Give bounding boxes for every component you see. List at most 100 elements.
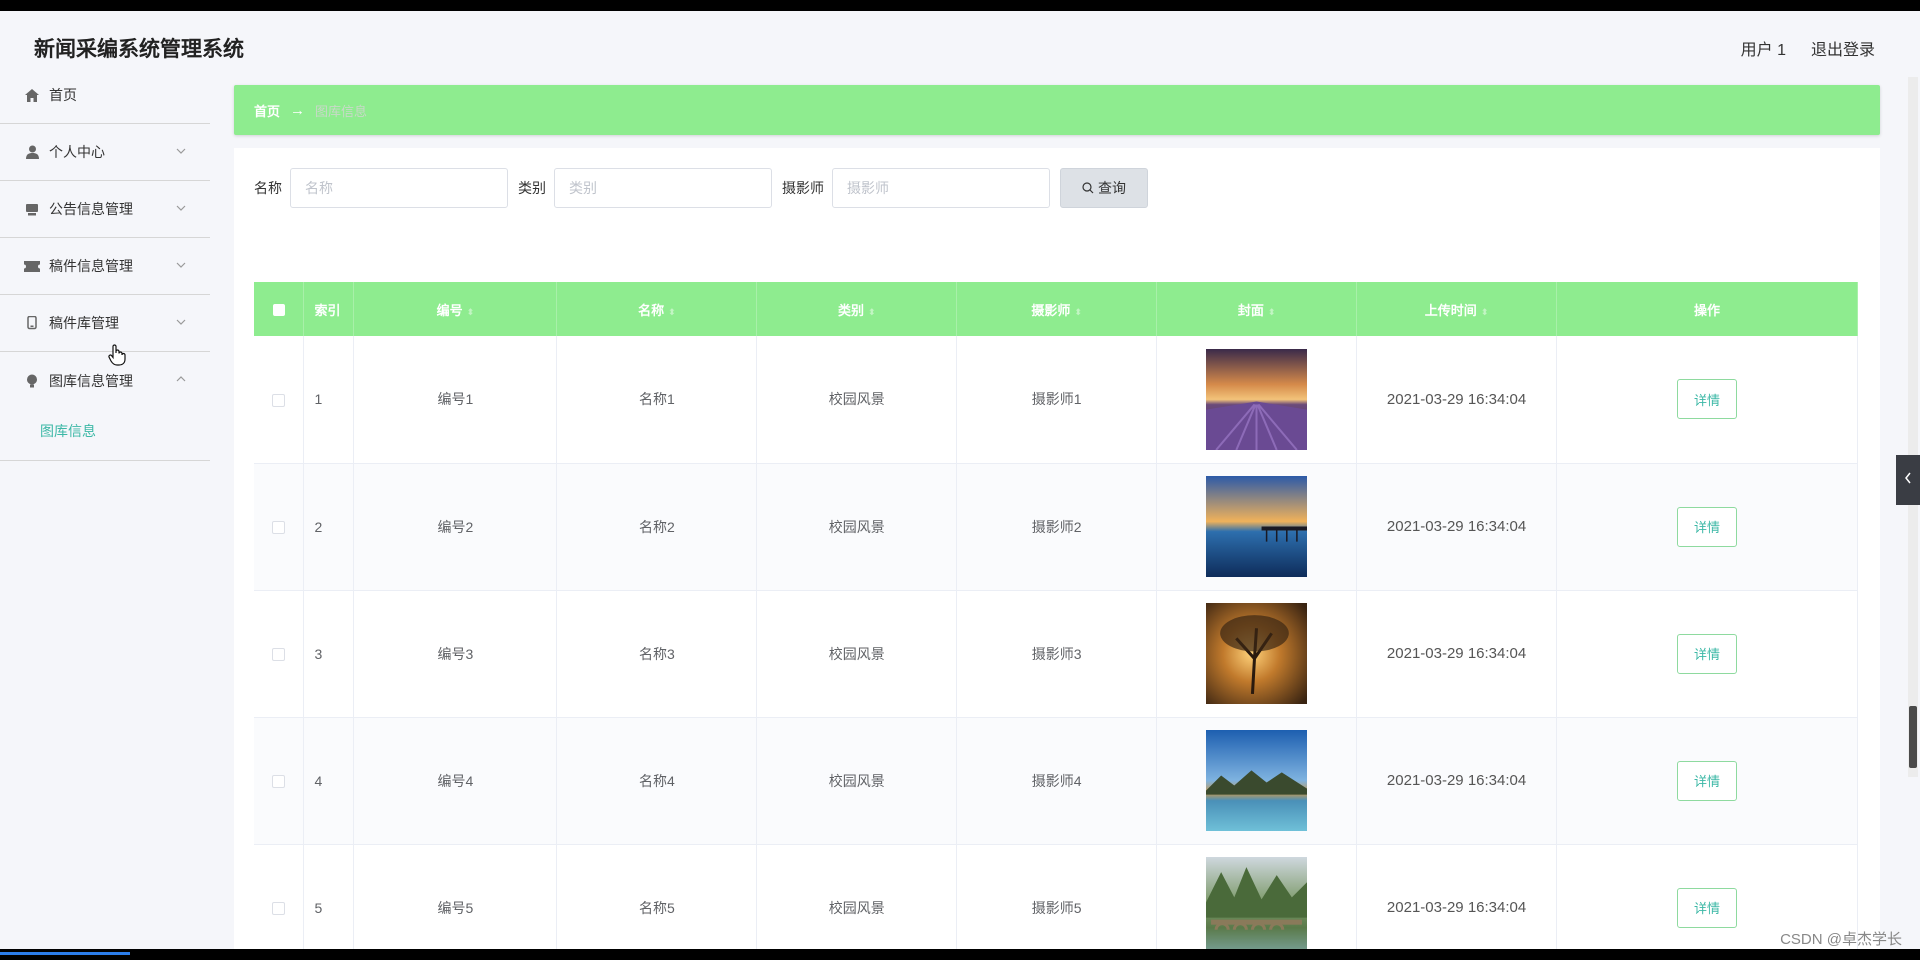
table-row: 2 编号2 名称2 校园风景 摄影师2 2021-03-29 16:34:04 … bbox=[254, 463, 1858, 590]
cover-cell bbox=[1156, 717, 1358, 844]
sidebar-item-home[interactable]: 首页 bbox=[0, 67, 210, 124]
sidebar-item-label: 稿件库管理 bbox=[49, 315, 119, 331]
upload-time-cell: 2021-03-29 16:34:04 bbox=[1356, 463, 1558, 590]
select-all-cell[interactable] bbox=[254, 282, 305, 336]
sidebar-item-notice-management[interactable]: 公告信息管理 bbox=[0, 181, 210, 238]
breadcrumb-current: 图库信息 bbox=[315, 103, 368, 119]
bottom-bar bbox=[0, 949, 1920, 960]
breadcrumb-home[interactable]: 首页 bbox=[254, 101, 280, 120]
code-cell: 编号3 bbox=[353, 590, 558, 717]
code-cell: 编号5 bbox=[353, 844, 558, 949]
photographer-cell: 摄影师5 bbox=[956, 844, 1158, 949]
column-header-action: 操作 bbox=[1556, 282, 1858, 336]
query-button-label: 查询 bbox=[1098, 180, 1126, 196]
category-search-input[interactable] bbox=[554, 168, 772, 208]
chevron-down-icon bbox=[174, 315, 188, 329]
column-header-name[interactable]: 名称 ⬍ bbox=[556, 282, 758, 336]
code-cell: 编号4 bbox=[353, 717, 558, 844]
row-checkbox[interactable] bbox=[272, 521, 286, 535]
name-label: 名称 bbox=[254, 180, 282, 196]
hand-cursor-icon bbox=[108, 344, 126, 371]
detail-button[interactable]: 详情 bbox=[1677, 633, 1738, 674]
upload-time-cell: 2021-03-29 16:34:04 bbox=[1356, 590, 1558, 717]
app-window: 新闻采编系统管理系统 用户 1 退出登录 首页 个人中心 公告信息管理 稿件信息… bbox=[0, 11, 1920, 949]
index-cell: 5 bbox=[303, 844, 355, 949]
row-checkbox[interactable] bbox=[272, 394, 286, 408]
name-cell: 名称5 bbox=[556, 844, 758, 949]
column-header-index: 索引 bbox=[303, 282, 355, 336]
action-cell: 详情 bbox=[1556, 717, 1858, 844]
category-cell: 校园风景 bbox=[756, 463, 958, 590]
chevron-down-icon bbox=[174, 258, 188, 272]
row-checkbox[interactable] bbox=[272, 902, 286, 916]
user-icon bbox=[24, 144, 40, 160]
column-header-label: 封面 bbox=[1237, 302, 1264, 318]
chevron-left-icon bbox=[1904, 471, 1912, 489]
column-header-code[interactable]: 编号 ⬍ bbox=[353, 282, 558, 336]
table-header: 索引 编号 ⬍ 名称 ⬍ 类别 ⬍ 摄影师 ⬍ 封面 ⬍ 上传时间 ⬍ 操作 bbox=[254, 282, 1858, 336]
sidebar-item-label: 公告信息管理 bbox=[49, 201, 133, 217]
sidebar-item-label: 个人中心 bbox=[49, 144, 105, 160]
column-header-cover[interactable]: 封面 ⬍ bbox=[1156, 282, 1358, 336]
sort-icon[interactable]: ⬍ bbox=[1268, 307, 1276, 318]
side-panel-toggle[interactable] bbox=[1896, 455, 1920, 505]
sort-icon[interactable]: ⬍ bbox=[868, 307, 876, 318]
sidebar-item-manuscript-library[interactable]: 稿件库管理 bbox=[0, 295, 210, 352]
gallery-table: 索引 编号 ⬍ 名称 ⬍ 类别 ⬍ 摄影师 ⬍ 封面 ⬍ 上传时间 ⬍ 操作 1 编号1 bbox=[254, 282, 1858, 949]
index-cell: 2 bbox=[303, 463, 355, 590]
detail-button[interactable]: 详情 bbox=[1677, 379, 1738, 420]
category-cell: 校园风景 bbox=[756, 844, 958, 949]
sort-icon[interactable]: ⬍ bbox=[467, 307, 475, 318]
scrollbar-track[interactable] bbox=[1908, 77, 1918, 777]
select-all-checkbox[interactable] bbox=[272, 304, 285, 317]
bulb-icon bbox=[24, 373, 40, 389]
sort-icon[interactable]: ⬍ bbox=[668, 307, 676, 318]
logout-link[interactable]: 退出登录 bbox=[1811, 36, 1875, 60]
row-select-cell[interactable] bbox=[254, 717, 305, 844]
sidebar-item-label: 图库信息管理 bbox=[49, 372, 133, 389]
chevron-down-icon bbox=[174, 144, 188, 158]
cover-image-bridge[interactable] bbox=[1206, 857, 1308, 949]
sidebar-item-manuscript-management[interactable]: 稿件信息管理 bbox=[0, 238, 210, 295]
sidebar-item-gallery-management[interactable]: 图库信息管理 bbox=[0, 352, 210, 409]
cover-image-tree[interactable] bbox=[1206, 603, 1308, 704]
category-cell: 校园风景 bbox=[756, 336, 958, 463]
detail-button[interactable]: 详情 bbox=[1677, 887, 1738, 928]
row-select-cell[interactable] bbox=[254, 336, 305, 463]
name-search-input[interactable] bbox=[290, 168, 508, 208]
column-header-category[interactable]: 类别 ⬍ bbox=[756, 282, 958, 336]
column-header-upload-time[interactable]: 上传时间 ⬍ bbox=[1356, 282, 1558, 336]
row-checkbox[interactable] bbox=[272, 775, 286, 789]
cover-image-lake[interactable] bbox=[1206, 730, 1308, 831]
table-row: 5 编号5 名称5 校园风景 摄影师5 2021-03-29 16:34:04 … bbox=[254, 844, 1858, 949]
detail-button[interactable]: 详情 bbox=[1677, 760, 1738, 801]
column-header-label: 名称 bbox=[638, 302, 665, 318]
query-button[interactable]: 查询 bbox=[1060, 168, 1148, 208]
sidebar: 首页 个人中心 公告信息管理 稿件信息管理 稿件库管理 图库信息管理 图库信息 bbox=[0, 67, 210, 949]
scrollbar-thumb[interactable] bbox=[1909, 706, 1917, 768]
photographer-cell: 摄影师2 bbox=[956, 463, 1158, 590]
detail-button[interactable]: 详情 bbox=[1677, 506, 1738, 547]
search-icon bbox=[1082, 182, 1094, 194]
sort-icon[interactable]: ⬍ bbox=[1481, 307, 1489, 318]
device-icon bbox=[24, 315, 40, 331]
column-header-photographer[interactable]: 摄影师 ⬍ bbox=[956, 282, 1158, 336]
category-cell: 校园风景 bbox=[756, 590, 958, 717]
sidebar-subitem-gallery-info[interactable]: 图库信息 bbox=[0, 409, 210, 441]
sort-icon[interactable]: ⬍ bbox=[1074, 307, 1082, 318]
table-row: 4 编号4 名称4 校园风景 摄影师4 2021-03-29 16:34:04 … bbox=[254, 717, 1858, 844]
photographer-cell: 摄影师3 bbox=[956, 590, 1158, 717]
row-select-cell[interactable] bbox=[254, 590, 305, 717]
row-select-cell[interactable] bbox=[254, 463, 305, 590]
watermark: CSDN @卓杰学长 bbox=[1780, 931, 1902, 948]
cover-image-lavender[interactable] bbox=[1206, 348, 1308, 450]
column-header-label: 类别 bbox=[837, 302, 864, 318]
photographer-search-input[interactable] bbox=[832, 168, 1050, 208]
home-icon bbox=[24, 87, 40, 103]
row-select-cell[interactable] bbox=[254, 844, 305, 949]
index-cell: 4 bbox=[303, 717, 355, 844]
row-checkbox[interactable] bbox=[272, 648, 286, 662]
upload-time-cell: 2021-03-29 16:34:04 bbox=[1356, 336, 1558, 463]
sidebar-item-personal-center[interactable]: 个人中心 bbox=[0, 124, 210, 181]
cover-image-pier[interactable] bbox=[1206, 476, 1308, 577]
